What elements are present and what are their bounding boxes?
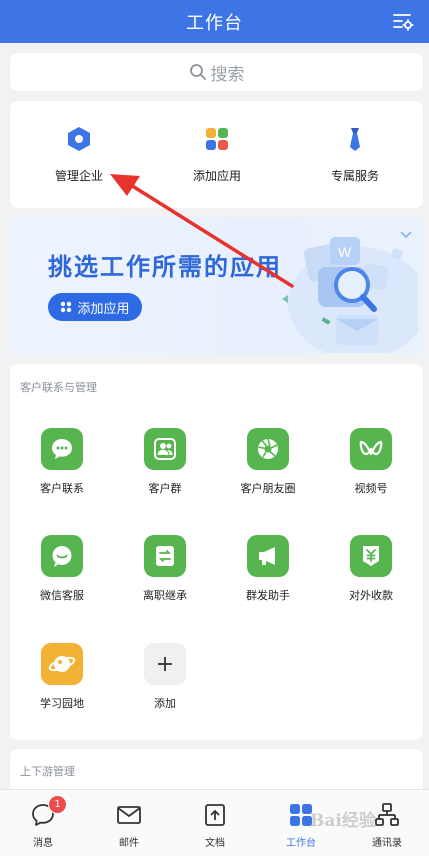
- aperture-icon: [247, 428, 289, 470]
- apps-illustration: W: [282, 237, 418, 353]
- tie-icon: [350, 128, 360, 151]
- document-icon: [205, 804, 225, 826]
- apps-grid-icon: [206, 128, 228, 150]
- quick-action-label: 管理企业: [54, 169, 103, 183]
- app-label: 客户联系: [40, 482, 84, 495]
- quick-actions-card: 管理企业 添加应用 专属服务: [10, 101, 423, 208]
- tab-label: 工作台: [286, 838, 316, 849]
- exclusive-service-button[interactable]: 专属服务: [286, 101, 424, 208]
- top-header: 工作台: [0, 0, 429, 43]
- add-app-button[interactable]: 添加应用: [148, 101, 286, 208]
- tab-label: 邮件: [119, 838, 139, 849]
- contacts-icon: [375, 803, 399, 826]
- hexagon-icon: [68, 127, 90, 151]
- tab-messages[interactable]: 1 消息: [0, 790, 86, 856]
- app-customer-group[interactable]: 客户群: [113, 428, 217, 508]
- search-icon: [189, 64, 206, 80]
- list-settings-icon[interactable]: [391, 10, 415, 34]
- transfer-icon: [144, 535, 186, 577]
- service-chat-icon: [41, 535, 83, 577]
- planet-icon: [41, 643, 83, 685]
- tab-documents[interactable]: 文档: [172, 790, 258, 856]
- apps-small-icon: [61, 301, 72, 313]
- customer-management-section: 客户联系与管理 客户联系 客户群 客户朋友圈 视频号 微信客服 离职继承 群发助…: [10, 364, 423, 740]
- app-resignation-inherit[interactable]: 离职继承: [113, 535, 217, 615]
- app-learning-garden[interactable]: 学习园地: [10, 643, 114, 723]
- app-label: 客户朋友圈: [240, 482, 296, 495]
- banner-button-label: 添加应用: [77, 301, 130, 317]
- quick-action-label: 专属服务: [330, 169, 379, 183]
- tab-contacts[interactable]: 通讯录: [344, 790, 429, 856]
- promo-banner[interactable]: W 挑选工作所需的应用 添加应用: [10, 217, 423, 354]
- app-label: 离职继承: [143, 589, 187, 602]
- yuan-icon: [350, 535, 392, 577]
- search-input[interactable]: 搜索: [10, 53, 423, 91]
- unread-badge: 1: [48, 795, 67, 814]
- app-label: 添加: [154, 697, 176, 710]
- app-customer-moments[interactable]: 客户朋友圈: [216, 428, 320, 508]
- manage-enterprise-button[interactable]: 管理企业: [10, 101, 148, 208]
- plus-icon: [144, 643, 186, 685]
- quick-action-label: 添加应用: [192, 169, 241, 183]
- tab-label: 文档: [205, 838, 225, 849]
- app-label: 对外收款: [349, 589, 393, 602]
- banner-add-app-button[interactable]: 添加应用: [48, 293, 142, 321]
- page-title: 工作台: [186, 12, 243, 34]
- bottom-tab-bar: 1 消息 邮件 文档 工作台 通讯录: [0, 789, 429, 856]
- workbench-icon: [290, 804, 312, 826]
- section-title: 客户联系与管理: [20, 381, 97, 394]
- chevron-down-icon[interactable]: [399, 225, 413, 244]
- tab-label: 消息: [33, 838, 53, 849]
- app-wechat-service[interactable]: 微信客服: [10, 535, 114, 615]
- tab-workbench[interactable]: 工作台: [258, 790, 344, 856]
- tab-label: 通讯录: [372, 838, 402, 849]
- app-label: 群发助手: [246, 589, 290, 602]
- app-label: 客户群: [148, 482, 182, 495]
- app-external-payment[interactable]: 对外收款: [319, 535, 423, 615]
- search-placeholder: 搜索: [210, 64, 245, 85]
- app-label: 视频号: [354, 482, 388, 495]
- banner-title: 挑选工作所需的应用: [48, 253, 282, 281]
- section-title: 上下游管理: [20, 765, 75, 778]
- butterfly-icon: [350, 428, 392, 470]
- mail-icon: [117, 806, 141, 824]
- app-label: 微信客服: [40, 589, 84, 602]
- app-label: 学习园地: [40, 697, 84, 710]
- group-icon: [144, 428, 186, 470]
- add-app-tile[interactable]: 添加: [113, 643, 217, 723]
- app-mass-message[interactable]: 群发助手: [216, 535, 320, 615]
- app-channels[interactable]: 视频号: [319, 428, 423, 508]
- art-badge-text: W: [338, 244, 352, 260]
- chat-bubble-icon: [41, 428, 83, 470]
- megaphone-icon: [247, 535, 289, 577]
- app-customer-contact[interactable]: 客户联系: [10, 428, 114, 508]
- tab-mail[interactable]: 邮件: [86, 790, 172, 856]
